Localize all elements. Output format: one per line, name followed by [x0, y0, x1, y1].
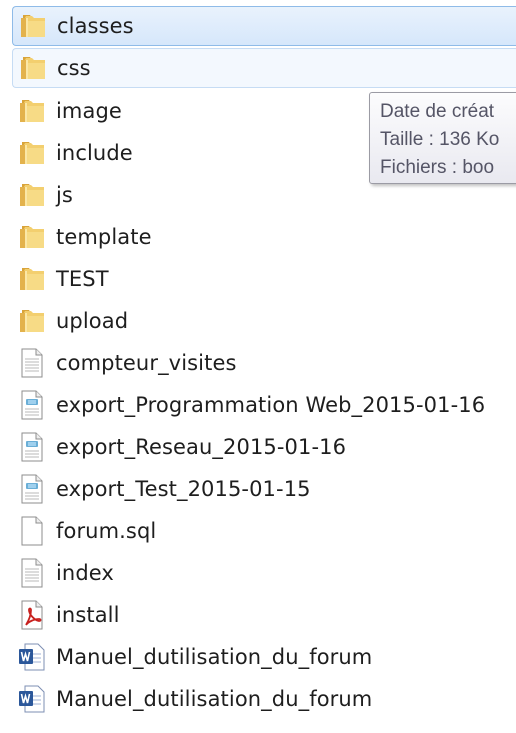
list-item-folder[interactable]: TEST — [0, 258, 516, 300]
registry-file-icon — [16, 389, 48, 421]
item-name: css — [57, 56, 91, 80]
registry-file-icon — [16, 473, 48, 505]
list-item-folder[interactable]: classes — [12, 6, 516, 46]
item-name: Manuel_dutilisation_du_forum — [56, 645, 373, 669]
folder-icon — [16, 95, 48, 127]
item-name: classes — [57, 14, 134, 38]
list-item-folder[interactable]: upload — [0, 300, 516, 342]
folder-icon — [16, 179, 48, 211]
folder-icon — [17, 52, 49, 84]
list-item-file[interactable]: export_Test_2015-01-15 — [0, 468, 516, 510]
list-item-file[interactable]: compteur_visites — [0, 342, 516, 384]
item-name: index — [56, 561, 114, 585]
folder-icon — [16, 305, 48, 337]
item-name: install — [56, 603, 120, 627]
tooltip-date-line: Date de créat — [380, 101, 495, 122]
list-item-file[interactable]: export_Programmation Web_2015-01-16 — [0, 384, 516, 426]
list-item-file[interactable]: forum.sql — [0, 510, 516, 552]
list-item-file[interactable]: export_Reseau_2015-01-16 — [0, 426, 516, 468]
item-name: TEST — [56, 267, 109, 291]
item-name: export_Programmation Web_2015-01-16 — [56, 393, 486, 417]
blank-file-icon — [16, 515, 48, 547]
item-name: template — [56, 225, 152, 249]
folder-icon — [16, 263, 48, 295]
tooltip-size-line: Taille : 136 Ko — [380, 129, 500, 150]
folder-icon — [16, 137, 48, 169]
list-item-folder[interactable]: template — [0, 216, 516, 258]
folder-icon — [17, 10, 49, 42]
item-name: forum.sql — [56, 519, 157, 543]
item-name: include — [56, 141, 133, 165]
item-name: js — [56, 183, 73, 207]
pdf-file-icon — [16, 599, 48, 631]
folder-icon — [16, 221, 48, 253]
tooltip: Date de créat Taille : 136 Ko Fichiers :… — [369, 92, 516, 184]
text-file-icon — [16, 557, 48, 589]
item-name: image — [56, 99, 122, 123]
word-file-icon — [16, 641, 48, 673]
item-name: upload — [56, 309, 129, 333]
item-name: Manuel_dutilisation_du_forum — [56, 687, 373, 711]
text-file-icon — [16, 347, 48, 379]
item-name: compteur_visites — [56, 351, 237, 375]
list-item-folder[interactable]: css — [12, 48, 516, 88]
item-name: export_Reseau_2015-01-16 — [56, 435, 347, 459]
tooltip-files-line: Fichiers : boo — [380, 157, 495, 178]
list-item-file[interactable]: Manuel_dutilisation_du_forum — [0, 678, 516, 720]
word-file-icon — [16, 683, 48, 715]
list-item-file[interactable]: Manuel_dutilisation_du_forum — [0, 636, 516, 678]
list-item-file[interactable]: install — [0, 594, 516, 636]
list-item-file[interactable]: index — [0, 552, 516, 594]
registry-file-icon — [16, 431, 48, 463]
item-name: export_Test_2015-01-15 — [56, 477, 311, 501]
